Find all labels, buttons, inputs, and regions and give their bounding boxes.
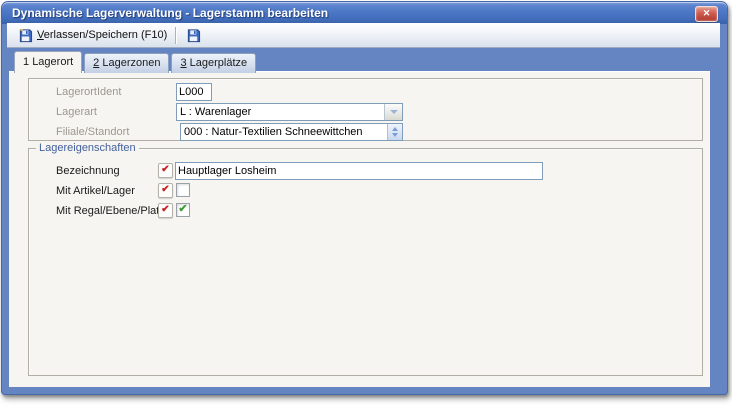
tab-bar: 1 Lagerort 2 Lagerzonen 3 Lagerplätze (14, 51, 256, 73)
tab-lagerzonen[interactable]: 2 Lagerzonen (84, 53, 169, 73)
bezeichnung-label: Bezeichnung (56, 165, 120, 177)
tab-lagerplaetze[interactable]: 3 Lagerplätze (171, 53, 256, 73)
lagerart-label: Lagerart (56, 106, 97, 118)
lagerort-ident-label: LagerortIdent (56, 86, 121, 98)
titlebar[interactable]: Dynamische Lagerverwaltung - Lagerstamm … (2, 2, 727, 24)
app-window: Dynamische Lagerverwaltung - Lagerstamm … (1, 1, 728, 395)
tab-label: Lagerort (32, 56, 73, 68)
groupbox-lagereigenschaften: Lagereigenschaften Bezeichnung ✔ Mit Art… (28, 148, 703, 376)
groupbox-identity: LagerortIdent Lagerart L : Warenlager Fi… (28, 78, 703, 141)
modified-flag-icon[interactable]: ✔ (158, 203, 173, 218)
spinner-icon[interactable] (387, 124, 402, 140)
bezeichnung-input[interactable] (175, 162, 543, 180)
tab-label: Lagerzonen (102, 57, 160, 69)
mit-artikel-checkbox[interactable]: ✔ (176, 183, 190, 197)
filiale-value: 000 : Natur-Textilien Schneewittchen (181, 126, 387, 138)
tab-accel: 3 (180, 57, 186, 69)
modified-flag-icon[interactable]: ✔ (158, 183, 173, 198)
save-exit-label: Verlassen/Speichern (F10) (37, 29, 167, 41)
tab-lagerort[interactable]: 1 Lagerort (14, 51, 82, 73)
chevron-down-icon[interactable] (384, 104, 402, 120)
save-exit-button[interactable]: Verlassen/Speichern (F10) (13, 26, 172, 45)
mit-regal-checkbox[interactable]: ✔ (176, 203, 190, 217)
tab-label: Lagerplätze (190, 57, 248, 69)
tab-accel: 2 (93, 57, 99, 69)
toolbar-separator (175, 27, 176, 44)
lagerort-ident-input[interactable] (176, 83, 212, 101)
lagerart-dropdown[interactable]: L : Warenlager (176, 103, 403, 121)
tab-accel: 1 (23, 56, 29, 68)
toolbar: Verlassen/Speichern (F10) (7, 23, 720, 48)
check-icon: ✔ (177, 204, 189, 215)
filiale-combo[interactable]: 000 : Natur-Textilien Schneewittchen (180, 123, 403, 141)
modified-flag-icon[interactable]: ✔ (158, 163, 173, 178)
close-icon[interactable]: ✕ (695, 6, 718, 22)
mit-artikel-label: Mit Artikel/Lager (56, 185, 135, 197)
groupbox-title: Lagereigenschaften (36, 142, 139, 155)
window-title: Dynamische Lagerverwaltung - Lagerstamm … (2, 2, 727, 24)
tab-panel-lagerort: LagerortIdent Lagerart L : Warenlager Fi… (9, 71, 710, 387)
lagerart-value: L : Warenlager (177, 106, 384, 118)
save-icon (18, 28, 33, 43)
filiale-label: Filiale/Standort (56, 126, 129, 138)
save-icon (186, 28, 201, 43)
mit-regal-label: Mit Regal/Ebene/Platz (56, 205, 165, 217)
save-button[interactable] (181, 26, 206, 45)
